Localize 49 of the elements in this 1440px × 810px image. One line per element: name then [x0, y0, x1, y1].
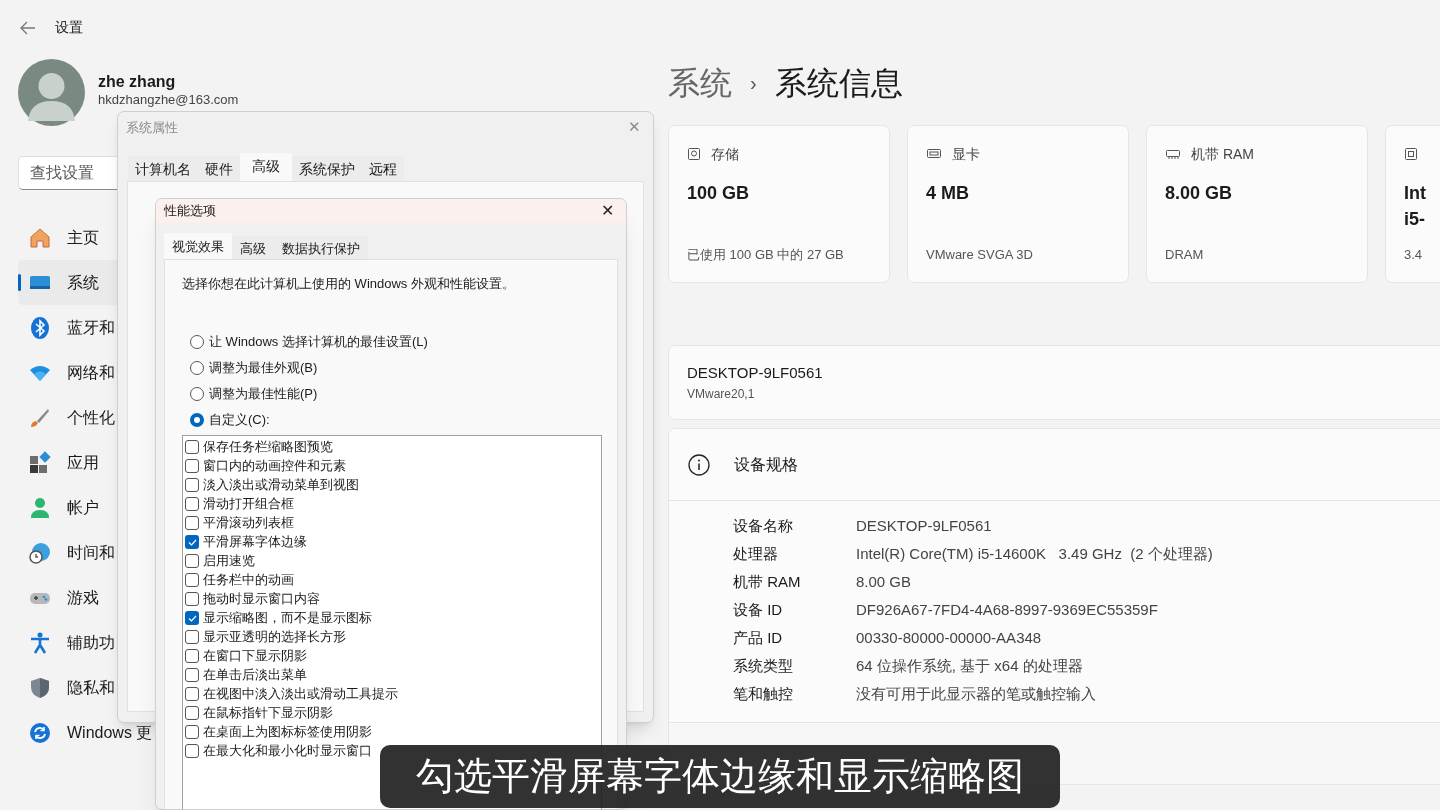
- spec-value: Intel(R) Core(TM) i5-14600K 3.49 GHz (2 个处理器): [856, 543, 1213, 564]
- spec-label: 设备名称: [733, 515, 794, 536]
- app-title: 设置: [55, 18, 83, 37]
- nav-label: 应用: [67, 452, 99, 473]
- spec-label: 处理器: [733, 543, 779, 564]
- card-subtitle: VMware SVGA 3D: [926, 245, 1034, 264]
- card-value: 4 MB: [926, 182, 970, 205]
- breadcrumb-separator: ›: [750, 70, 757, 96]
- user-email: hkdzhangzhe@163.com: [98, 91, 239, 108]
- spec-label: 设备 ID: [733, 599, 784, 620]
- intro-text: 选择你想在此计算机上使用的 Windows 外观和性能设置。: [182, 275, 516, 293]
- user-name: zhe zhang: [98, 71, 177, 92]
- spec-label: 笔和触控: [733, 683, 794, 704]
- nav-label: 隐私和: [67, 677, 115, 698]
- device-model: VMware20,1: [687, 385, 756, 403]
- card-subtitle: 已使用 100 GB 中的 27 GB: [687, 245, 845, 264]
- dialog-title: 性能选项: [164, 202, 216, 221]
- card-subtitle: 3.4: [1404, 245, 1424, 264]
- nav-label: 游戏: [67, 587, 99, 608]
- card-title: 存储: [711, 144, 739, 164]
- nav-label: 主页: [67, 227, 99, 248]
- spec-value: DESKTOP-9LF0561: [856, 515, 992, 536]
- card-subtitle: DRAM: [1165, 245, 1205, 264]
- card-title: 显卡: [952, 144, 980, 164]
- device-name: DESKTOP-9LF0561: [687, 363, 824, 384]
- section-title: 设备规格: [734, 454, 798, 475]
- nav-label: 时间和: [67, 542, 115, 563]
- spec-value: DF926A67-7FD4-4A68-8997-9369EC55359F: [856, 599, 1158, 620]
- card-value: i5-: [1404, 208, 1426, 231]
- spec-value: 没有可用于此显示器的笔或触控输入: [856, 683, 1096, 704]
- spec-label: 机带 RAM: [733, 571, 802, 592]
- nav-label: 网络和: [67, 362, 115, 383]
- spec-value: 8.00 GB: [856, 571, 912, 592]
- nav-label: 个性化: [67, 407, 115, 428]
- dialog-title: 系统属性: [126, 118, 178, 137]
- nav-label: 辅助功: [67, 632, 115, 653]
- nav-label: 系统: [67, 272, 99, 293]
- card-value: 100 GB: [687, 182, 751, 205]
- spec-label: 系统类型: [733, 655, 794, 676]
- nav-label: 蓝牙和: [67, 317, 115, 338]
- card-title: 机带 RAM: [1191, 144, 1254, 164]
- card-value: 8.00 GB: [1165, 182, 1234, 205]
- spec-label: 产品 ID: [733, 627, 784, 648]
- nav-label: Windows 更: [67, 722, 153, 743]
- nav-label: 帐户: [67, 497, 99, 518]
- spec-value: 00330-80000-00000-AA348: [856, 627, 1042, 648]
- video-caption: 勾选平滑屏幕字体边缘和显示缩略图: [380, 745, 1060, 808]
- spec-value: 64 位操作系统, 基于 x64 的处理器: [856, 655, 1083, 676]
- card-value: Int: [1404, 182, 1427, 205]
